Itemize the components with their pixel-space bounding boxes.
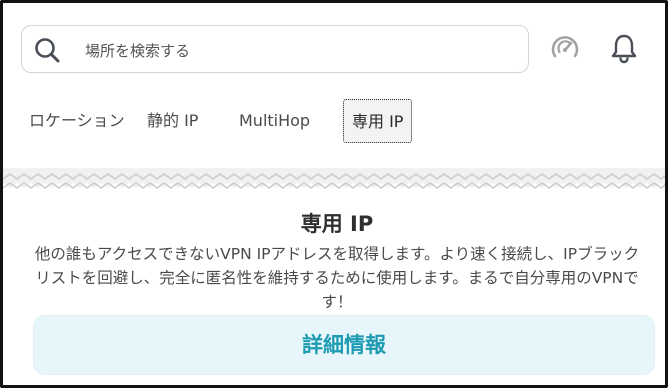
tab-dedicated-ip[interactable]: 専用 IP	[343, 99, 413, 143]
speed-test-icon[interactable]	[548, 31, 582, 65]
tab-multihop[interactable]: MultiHop	[239, 99, 310, 143]
tab-static-ip[interactable]: 静的 IP	[147, 99, 198, 143]
search-icon	[35, 38, 60, 63]
more-info-button[interactable]: 詳細情報	[33, 315, 655, 375]
zigzag-divider	[3, 168, 665, 189]
bell-icon[interactable]	[607, 31, 641, 65]
search-input[interactable]: 場所を検索する	[85, 40, 190, 61]
search-bar[interactable]: 場所を検索する	[21, 25, 529, 73]
app-frame: 場所を検索する ロケーション 静的 IP MultiHop 専用 IP 専用 I…	[0, 0, 668, 388]
tab-locations[interactable]: ロケーション	[29, 99, 125, 143]
panel-title: 専用 IP	[300, 212, 374, 236]
panel-description: 他の誰もアクセスできないVPN IPアドレスを取得します。より速く接続し、IPブ…	[34, 245, 640, 311]
